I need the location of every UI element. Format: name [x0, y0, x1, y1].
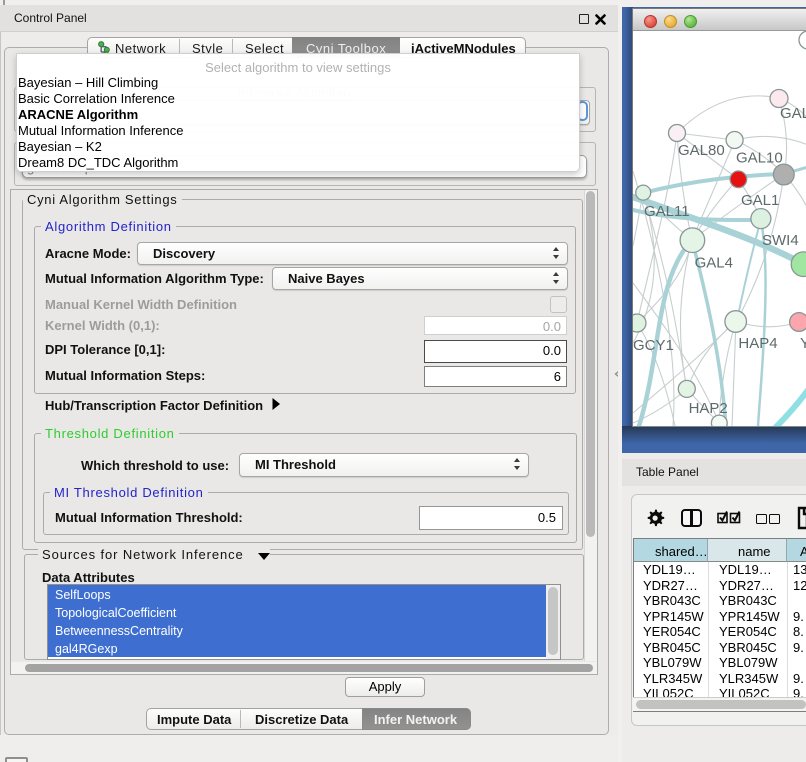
svg-text:GAL11: GAL11 — [644, 203, 690, 220]
svg-text:YD: YD — [800, 335, 806, 352]
svg-text:GAL4: GAL4 — [695, 255, 733, 272]
svg-text:GAL80: GAL80 — [678, 142, 725, 159]
svg-text:GAL10: GAL10 — [736, 150, 783, 167]
svg-text:GCY1: GCY1 — [633, 337, 674, 354]
svg-text:GAL2: GAL2 — [780, 105, 806, 122]
svg-text:SWI4: SWI4 — [762, 232, 799, 249]
svg-text:HAP4: HAP4 — [738, 335, 777, 352]
svg-text:HAP2: HAP2 — [689, 400, 728, 417]
svg-text:GAL1: GAL1 — [741, 192, 779, 209]
